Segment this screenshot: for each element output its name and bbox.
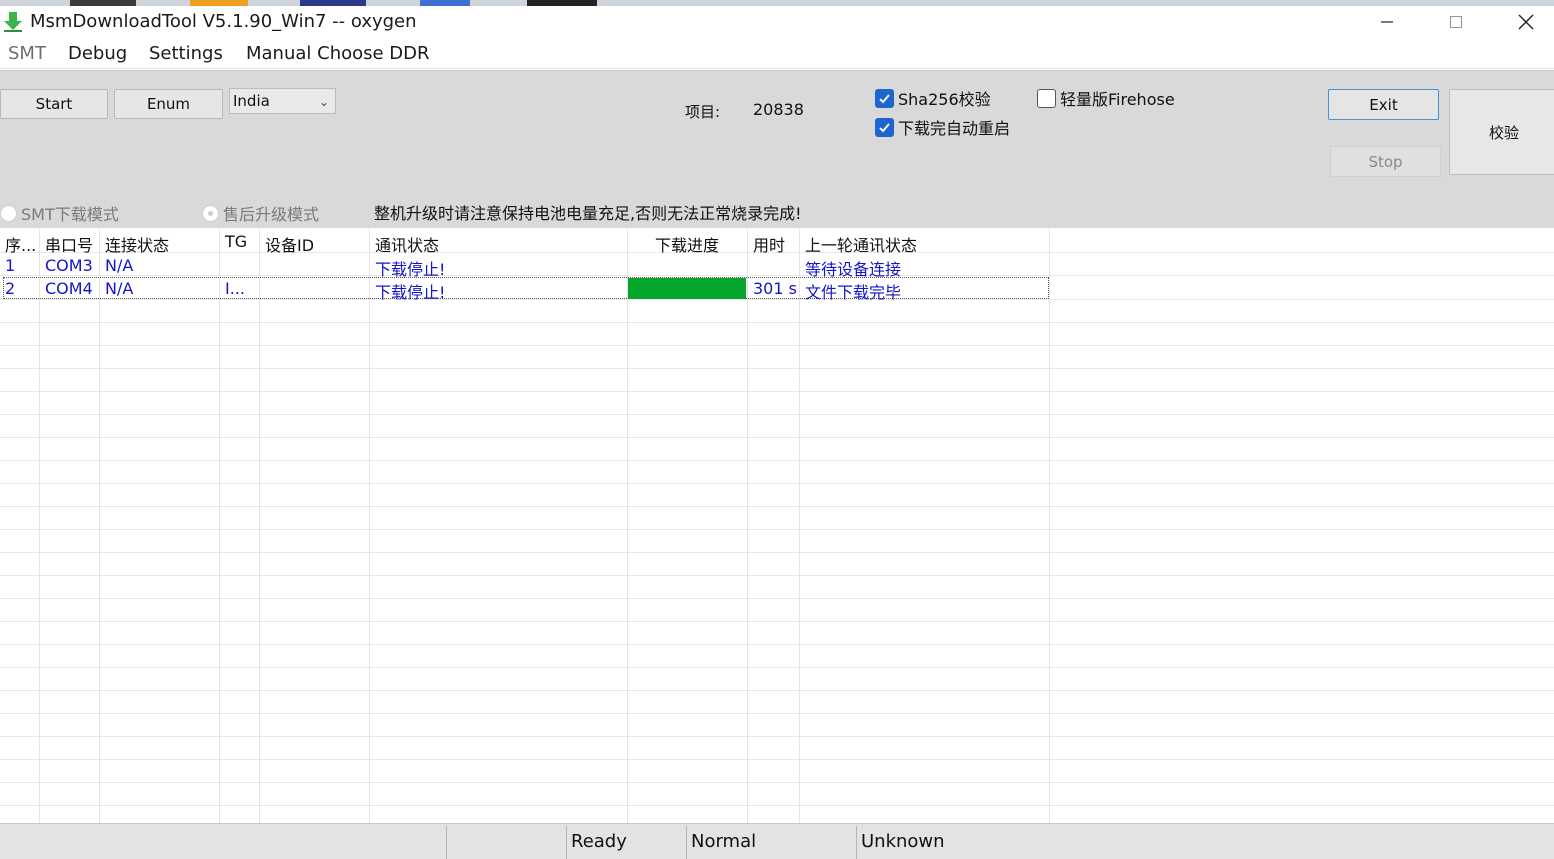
- project-value: 20838: [753, 100, 804, 119]
- cell-connection: N/A: [105, 256, 134, 275]
- cell-tg: I...: [225, 279, 245, 298]
- cell-index: 2: [5, 279, 16, 298]
- cell-time: 301 s: [753, 279, 797, 298]
- column-header-time[interactable]: 用时: [753, 232, 785, 256]
- column-header-connection[interactable]: 连接状态: [105, 232, 169, 256]
- aftersale-mode-label: 售后升级模式: [223, 205, 320, 224]
- minimize-button[interactable]: [1355, 6, 1419, 38]
- cell-last-comm: 文件下载完毕: [805, 283, 902, 302]
- light-firehose-checkbox[interactable]: 轻量版Firehose: [1037, 86, 1175, 110]
- battery-warning: 整机升级时请注意保持电池电量充足,否则无法正常烧录完成!: [374, 204, 802, 223]
- checkmark-icon: [875, 117, 894, 137]
- column-header-comm-status[interactable]: 通讯状态: [375, 232, 439, 256]
- region-select-value: India: [233, 92, 270, 110]
- menu-smt[interactable]: SMT: [8, 42, 46, 66]
- column-header-device-id[interactable]: 设备ID: [265, 232, 314, 256]
- cell-connection: N/A: [105, 279, 134, 298]
- enum-button[interactable]: Enum: [114, 89, 223, 119]
- chevron-down-icon: ⌄: [318, 95, 329, 109]
- radio-icon: [0, 204, 17, 222]
- column-header-last-comm[interactable]: 上一轮通讯状态: [805, 232, 917, 256]
- radio-selected-icon: [202, 204, 219, 222]
- control-panel: Start Enum India ⌄ 项目: 20838 Sha256校验 下载…: [0, 70, 1554, 228]
- title-bar: MsmDownloadTool V5.1.90_Win7 -- oxygen: [0, 6, 1554, 38]
- window-title: MsmDownloadTool V5.1.90_Win7 -- oxygen: [30, 11, 417, 32]
- maximize-button[interactable]: [1424, 6, 1488, 38]
- auto-reboot-checkbox[interactable]: 下载完自动重启: [875, 115, 1010, 139]
- menu-settings[interactable]: Settings: [149, 42, 223, 66]
- verify-button[interactable]: 校验: [1449, 89, 1554, 175]
- status-bar: Ready Normal Unknown: [0, 823, 1554, 859]
- column-header-progress[interactable]: 下载进度: [655, 232, 719, 256]
- status-mode: Normal: [691, 831, 757, 852]
- menu-debug[interactable]: Debug: [68, 42, 127, 66]
- region-select[interactable]: India ⌄: [229, 88, 336, 114]
- close-button[interactable]: [1494, 6, 1554, 38]
- aftersale-mode-radio[interactable]: 售后升级模式: [202, 201, 319, 225]
- cell-comm-status: 下载停止!: [375, 283, 446, 302]
- minimize-icon: [1381, 21, 1393, 23]
- column-header-index[interactable]: 序...: [5, 232, 36, 256]
- menu-manual-choose-ddr[interactable]: Manual Choose DDR: [246, 42, 430, 66]
- smt-mode-label: SMT下载模式: [21, 205, 119, 224]
- download-progress-bar: [628, 278, 746, 299]
- stop-button[interactable]: Stop: [1330, 146, 1441, 177]
- start-button[interactable]: Start: [0, 89, 108, 119]
- smt-mode-radio[interactable]: SMT下载模式: [0, 201, 119, 225]
- cell-port: COM4: [45, 279, 93, 298]
- column-header-port[interactable]: 串口号: [45, 232, 93, 256]
- maximize-icon: [1449, 15, 1463, 29]
- column-header-tg[interactable]: TG: [225, 232, 247, 251]
- cell-port: COM3: [45, 256, 93, 275]
- download-arrow-icon: [4, 12, 22, 32]
- sha256-label: Sha256校验: [898, 90, 991, 109]
- checkmark-icon: [875, 88, 894, 108]
- checkbox-empty-icon: [1037, 88, 1056, 108]
- close-icon: [1518, 14, 1534, 30]
- sha256-checkbox[interactable]: Sha256校验: [875, 86, 991, 110]
- auto-reboot-label: 下载完自动重启: [898, 119, 1011, 138]
- menu-bar: SMT Debug Settings Manual Choose DDR: [0, 38, 1554, 69]
- status-ready: Ready: [571, 831, 627, 852]
- cell-index: 1: [5, 256, 16, 275]
- status-unknown: Unknown: [861, 831, 945, 852]
- exit-button[interactable]: Exit: [1328, 89, 1439, 120]
- project-label: 项目:: [685, 103, 721, 121]
- light-firehose-label: 轻量版Firehose: [1060, 90, 1175, 109]
- device-table: 序... 串口号 连接状态 TG 设备ID 通讯状态 下载进度 用时 上一轮通讯…: [0, 229, 1554, 823]
